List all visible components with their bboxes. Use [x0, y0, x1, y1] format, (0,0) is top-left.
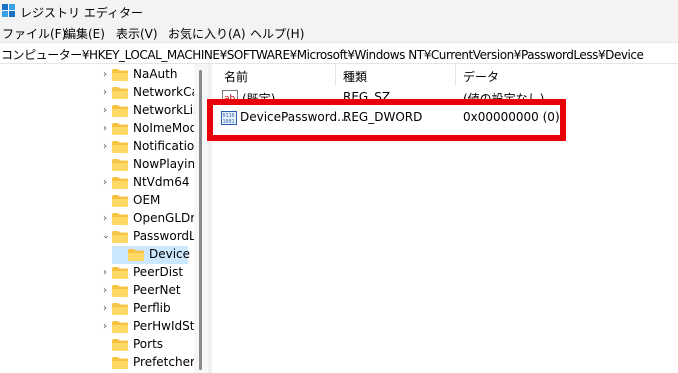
- scrollbar-thumb[interactable]: [199, 70, 202, 370]
- svg-text:1001: 1001: [223, 119, 235, 125]
- tree-item-label: NetworkLis: [133, 103, 194, 117]
- folder-icon: [112, 213, 128, 225]
- binary-value-icon: 0110 1001: [221, 111, 237, 125]
- tree-item[interactable]: › PerHwIdSto: [0, 318, 194, 336]
- tree-item-label: PasswordLe: [133, 229, 194, 243]
- tree-item-selected[interactable]: Device: [0, 246, 194, 264]
- tree-item[interactable]: › Perflib: [0, 300, 194, 318]
- folder-icon: [112, 177, 128, 189]
- tree-item-label: PeerNet: [133, 283, 181, 297]
- tree-item[interactable]: › PeerDist: [0, 264, 194, 282]
- window-title: レジストリ エディター: [20, 6, 143, 20]
- folder-icon: [112, 123, 128, 135]
- tree-item-label: NoImeMod: [133, 121, 194, 135]
- menu-view[interactable]: 表示(V): [116, 25, 158, 42]
- tree-item[interactable]: › OpenGLDri: [0, 210, 194, 228]
- tree-item-label: NowPlaying: [133, 157, 194, 171]
- folder-icon: [128, 249, 144, 261]
- tree-item[interactable]: › NtVdm64: [0, 174, 194, 192]
- folder-icon: [112, 87, 128, 99]
- tree-item[interactable]: › NoImeMod: [0, 120, 194, 138]
- value-data: 0x00000000 (0): [463, 110, 560, 124]
- tree-item-label: OEM: [133, 193, 161, 207]
- chevron-right-icon[interactable]: ›: [100, 285, 110, 297]
- chevron-right-icon[interactable]: ›: [100, 267, 110, 279]
- folder-icon: [112, 339, 128, 351]
- key-tree: › NaAuth › NetworkCa › NetworkLis › NoIm…: [0, 64, 194, 373]
- tree-item-label: NaAuth: [133, 67, 178, 81]
- tree-item[interactable]: › PasswordLe: [0, 228, 194, 246]
- folder-icon: [112, 357, 128, 369]
- folder-icon: [112, 105, 128, 117]
- folder-icon: [112, 195, 128, 207]
- column-header-type[interactable]: 種類: [343, 68, 367, 85]
- folder-icon: [112, 69, 128, 81]
- tree-item[interactable]: Prefetcher: [0, 354, 194, 372]
- tree-item[interactable]: › NetworkLis: [0, 102, 194, 120]
- chevron-right-icon[interactable]: ›: [100, 87, 110, 99]
- chevron-down-icon[interactable]: ›: [99, 232, 111, 242]
- folder-icon: [112, 141, 128, 153]
- title-bar: レジストリ エディター: [0, 0, 678, 22]
- tree-item-label: Device: [149, 247, 191, 261]
- menu-bar: ファイル(F) 編集(E) 表示(V) お気に入り(A) ヘルプ(H): [0, 22, 678, 42]
- folder-icon: [112, 285, 128, 297]
- folder-icon: [112, 321, 128, 333]
- chevron-right-icon[interactable]: ›: [100, 213, 110, 225]
- column-divider[interactable]: [455, 64, 456, 86]
- tree-item[interactable]: › NetworkCa: [0, 84, 194, 102]
- folder-icon: [112, 267, 128, 279]
- tree-item[interactable]: Ports: [0, 336, 194, 354]
- menu-edit[interactable]: 編集(E): [64, 25, 105, 42]
- column-divider[interactable]: [335, 64, 336, 86]
- tree-item[interactable]: › NaAuth: [0, 66, 194, 84]
- menu-help[interactable]: ヘルプ(H): [250, 25, 304, 42]
- tree-item-label: Notification: [133, 139, 194, 153]
- tree-item-label: PeerDist: [133, 265, 184, 279]
- chevron-right-icon[interactable]: ›: [100, 69, 110, 81]
- tree-item[interactable]: › Notification: [0, 138, 194, 156]
- menu-favorites[interactable]: お気に入り(A): [168, 25, 246, 42]
- address-path[interactable]: コンピューター¥HKEY_LOCAL_MACHINE¥SOFTWARE¥Micr…: [1, 46, 644, 63]
- tree-item-label: NtVdm64: [133, 175, 190, 189]
- chevron-right-icon[interactable]: ›: [100, 177, 110, 189]
- chevron-right-icon[interactable]: ›: [100, 105, 110, 117]
- tree-item[interactable]: OEM: [0, 192, 194, 210]
- address-bar[interactable]: コンピューター¥HKEY_LOCAL_MACHINE¥SOFTWARE¥Micr…: [0, 42, 678, 64]
- tree-item[interactable]: › PeerNet: [0, 282, 194, 300]
- chevron-right-icon[interactable]: ›: [100, 123, 110, 135]
- menu-file[interactable]: ファイル(F): [2, 25, 66, 42]
- value-name: DevicePassword...: [240, 110, 349, 124]
- tree-item-label: Prefetcher: [133, 355, 194, 369]
- chevron-right-icon[interactable]: ›: [100, 321, 110, 333]
- tree-item-label: NetworkCa: [133, 85, 194, 99]
- regedit-app-icon: [2, 4, 15, 17]
- column-header-data[interactable]: データ: [463, 68, 499, 85]
- chevron-right-icon[interactable]: ›: [100, 141, 110, 153]
- chevron-right-icon[interactable]: ›: [100, 303, 110, 315]
- tree-item-label: Perflib: [133, 301, 171, 315]
- tree-item-label: Ports: [133, 337, 164, 351]
- folder-icon: [112, 159, 128, 171]
- column-header-name[interactable]: 名前: [224, 68, 248, 85]
- folder-open-icon: [112, 231, 128, 243]
- tree-scrollbar[interactable]: [194, 64, 208, 373]
- tree-item-label: PerHwIdSto: [133, 319, 194, 333]
- tree-item[interactable]: NowPlaying: [0, 156, 194, 174]
- tree-item-label: OpenGLDri: [133, 211, 194, 225]
- value-type: REG_DWORD: [343, 110, 423, 124]
- folder-icon: [112, 303, 128, 315]
